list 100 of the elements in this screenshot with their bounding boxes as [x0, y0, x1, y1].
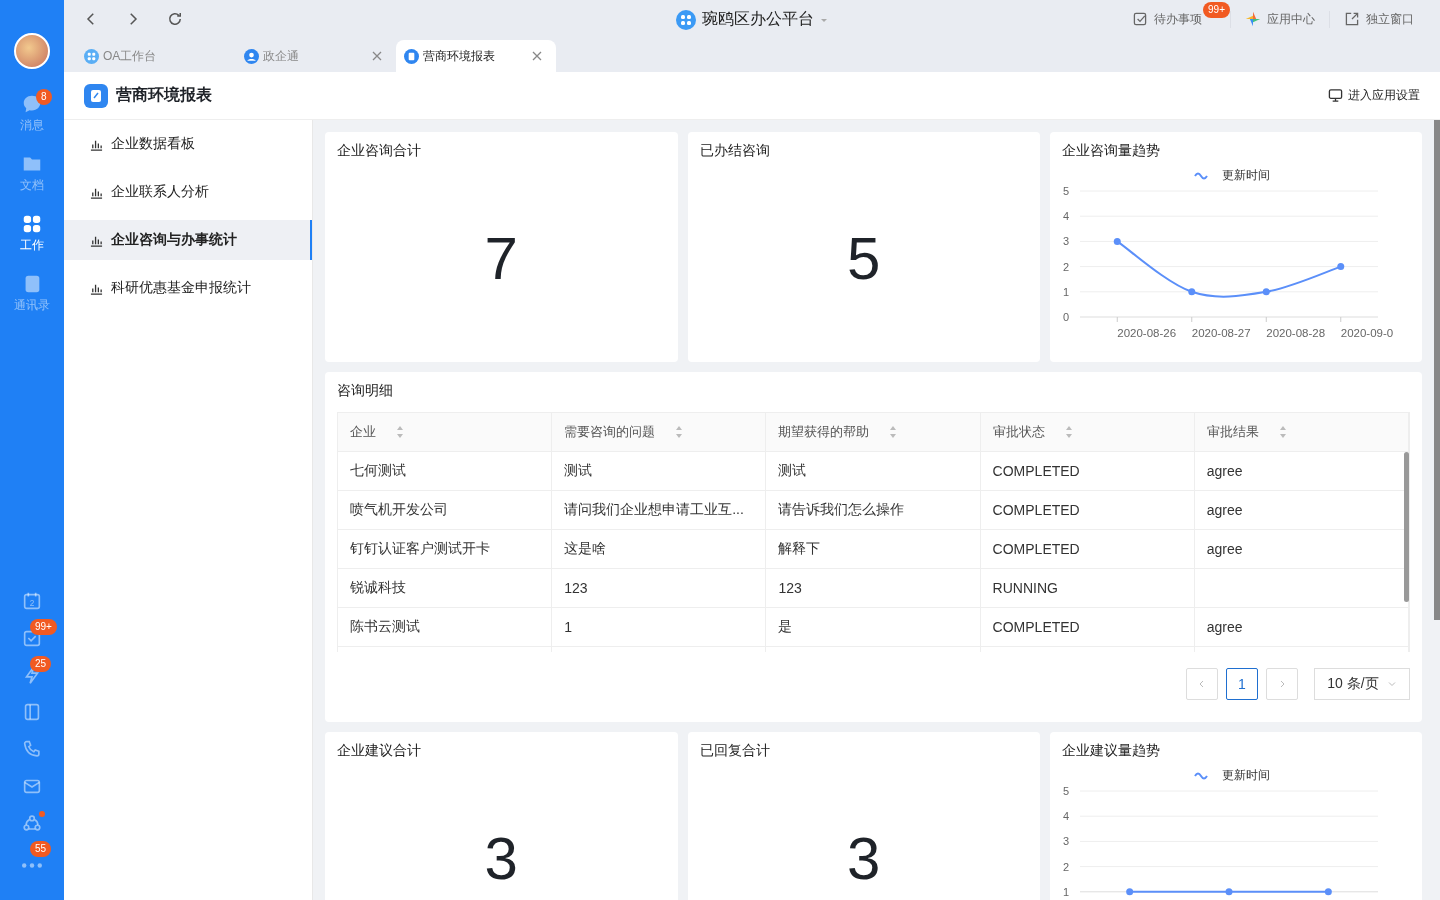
page-button[interactable]: 1 [1226, 668, 1258, 700]
y-tick-label: 5 [1062, 185, 1070, 197]
count-badge: 99+ [1203, 1, 1230, 18]
data-point [1113, 237, 1121, 245]
toolbar-action[interactable]: 应用中心 [1230, 10, 1329, 28]
scrollbar[interactable] [1404, 452, 1409, 602]
count-badge: 8 [36, 89, 52, 105]
rail-item[interactable]: 消息 8 [0, 83, 64, 143]
table-cell: agree [1206, 463, 1243, 479]
table-cell: agree [1206, 541, 1243, 557]
x-tick-label: 2020-08-27 [1191, 327, 1251, 339]
table-cell: 123 [778, 580, 802, 596]
grid-logo-icon [676, 9, 696, 30]
card-title: 已办结咨询 [699, 142, 771, 160]
stat-value: 3 [483, 824, 519, 893]
count-badge: 55 [30, 841, 52, 857]
check-icon [1132, 11, 1148, 27]
card-title: 企业咨询量趋势 [1062, 142, 1161, 160]
close-icon[interactable] [532, 51, 542, 61]
popout-icon [1344, 11, 1360, 27]
y-tick-label: 3 [1062, 235, 1070, 248]
document-icon [84, 83, 108, 108]
stat-value: 5 [846, 224, 882, 293]
table-cell: 陈书云测试 [350, 618, 420, 636]
y-tick-label: 0 [1062, 311, 1070, 323]
page-title: 营商环境报表 [116, 85, 212, 105]
next-page-button[interactable] [1266, 668, 1298, 700]
doc-icon [404, 48, 419, 64]
x-tick-label: 2020-09-0 [1340, 327, 1394, 339]
more-tool[interactable]: 55 [0, 841, 64, 878]
sort-icon[interactable] [1064, 425, 1073, 439]
menu-item[interactable]: 企业数据看板 [64, 124, 312, 164]
column-header[interactable]: 企业 [338, 413, 553, 451]
page-size-select[interactable]: 10 条/页 [1314, 668, 1410, 700]
table-cell: COMPLETED [992, 463, 1080, 479]
sort-icon[interactable] [1278, 425, 1287, 439]
bolt-tool[interactable]: 25 [0, 656, 64, 693]
table-cell: 测试 [564, 462, 593, 480]
card-title: 已回复合计 [699, 742, 771, 760]
y-tick-label: 3 [1062, 835, 1070, 848]
table-cell: 1 [564, 619, 572, 635]
table-cell: 锐诚科技 [350, 579, 406, 597]
table-cell: 这是啥 [564, 540, 607, 558]
sort-icon[interactable] [675, 425, 684, 439]
card-title: 企业咨询合计 [337, 142, 422, 160]
table-cell: COMPLETED [992, 619, 1080, 635]
refresh-icon[interactable] [166, 10, 184, 28]
count-badge: 99+ [30, 619, 57, 635]
table-cell: 测试 [778, 462, 807, 480]
y-tick-label: 2 [1062, 260, 1070, 273]
monitor-icon [1328, 88, 1343, 103]
y-tick-label: 4 [1062, 810, 1070, 823]
data-point [1188, 288, 1196, 296]
column-header[interactable]: 期望获得的帮助 [766, 413, 981, 451]
legend-icon [1194, 772, 1208, 780]
table-cell: 解释下 [778, 540, 821, 558]
diamond-icon [1245, 11, 1261, 27]
card-title: 企业建议合计 [337, 742, 422, 760]
data-point [1324, 888, 1332, 896]
table-cell: 喷气机开发公司 [350, 501, 448, 519]
rail-item[interactable]: 工作 [0, 203, 64, 263]
scrollbar[interactable] [1434, 120, 1440, 620]
settings-link[interactable]: 进入应用设置 [1328, 87, 1420, 104]
legend-icon [1194, 172, 1208, 180]
count-badge: 25 [30, 656, 52, 672]
column-header[interactable]: 审批状态 [980, 413, 1195, 451]
table-cell: 请问我们企业想申请工业互... [564, 501, 744, 519]
sort-icon[interactable] [396, 425, 404, 439]
table-cell: 请告诉我们怎么操作 [778, 501, 905, 519]
tab[interactable]: OA工作台 [76, 40, 236, 72]
y-tick-label: 1 [1062, 885, 1070, 898]
sort-icon[interactable] [889, 425, 898, 439]
toolbar-action[interactable]: 独立窗口 [1329, 10, 1428, 28]
card-title: 咨询明细 [337, 382, 394, 400]
y-tick-label: 2 [1062, 860, 1070, 873]
todo-tool[interactable]: 99+ [0, 619, 64, 656]
table-cell: 是 [778, 618, 793, 636]
tab[interactable]: 政企通 [236, 40, 396, 72]
stat-value: 3 [846, 824, 882, 893]
x-tick-label: 2020-08-28 [1266, 327, 1326, 339]
tab[interactable]: 营商环境报表 [396, 40, 556, 72]
card-title: 企业建议量趋势 [1062, 742, 1161, 760]
table-cell: RUNNING [992, 580, 1058, 596]
menu-item[interactable]: 企业联系人分析 [64, 172, 312, 212]
table-cell: 钉钉认证客户测试开卡 [350, 540, 490, 558]
table-cell: 123 [564, 580, 588, 596]
avatar[interactable] [14, 33, 50, 69]
table-cell: agree [1206, 502, 1243, 518]
menu-item[interactable]: 科研优惠基金申报统计 [64, 268, 312, 308]
grid-icon [84, 48, 99, 64]
data-point [1262, 288, 1270, 296]
legend-label: 更新时间 [1222, 168, 1270, 182]
close-icon[interactable] [372, 51, 382, 61]
column-header[interactable]: 需要咨询的问题 [552, 413, 767, 451]
column-header[interactable]: 审批结果 [1194, 413, 1409, 451]
data-point [1126, 888, 1134, 896]
menu-item[interactable]: 企业咨询与办事统计 [64, 220, 312, 260]
platform-title[interactable]: 琬鸥区办公平台 [702, 9, 814, 30]
data-point [1225, 888, 1233, 896]
previous-page-button[interactable] [1186, 668, 1218, 700]
